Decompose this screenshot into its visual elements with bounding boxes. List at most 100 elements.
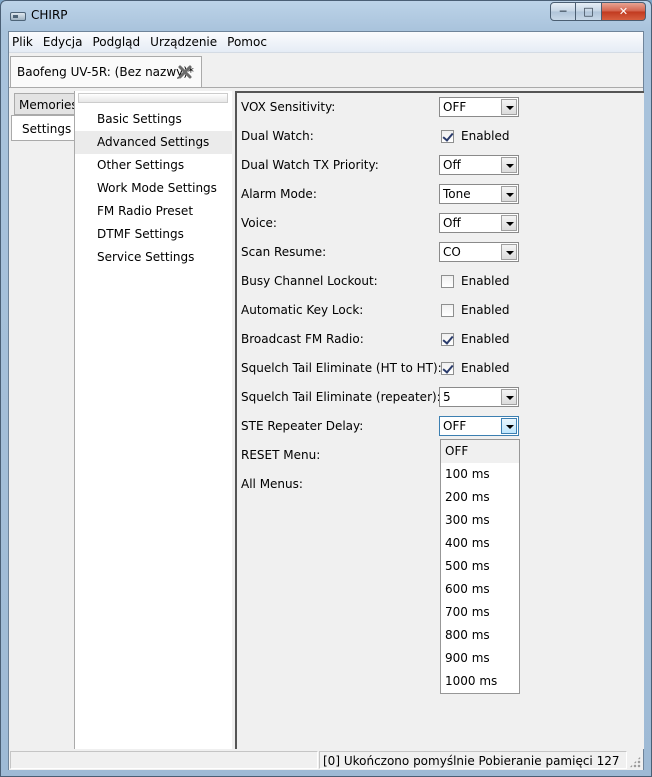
dropdown-option[interactable]: 1000 ms	[441, 670, 519, 693]
tree-item-basic-settings[interactable]: Basic Settings	[75, 108, 232, 131]
tab-close-icon[interactable]	[177, 64, 193, 80]
setting-checkbox[interactable]	[441, 304, 454, 317]
checkbox-label[interactable]: Enabled	[461, 332, 510, 346]
dropdown-option[interactable]: OFF	[441, 440, 519, 463]
setting-label: Squelch Tail Eliminate (repeater):	[241, 390, 441, 404]
chevron-down-icon[interactable]	[501, 215, 517, 231]
setting-combobox[interactable]: OFF	[439, 97, 519, 117]
close-button[interactable]: ✕	[602, 2, 646, 21]
status-pane-right: [0] Ukończono pomyślnie Pobieranie pamię…	[319, 751, 627, 769]
chirp-window: CHIRP ─ □ ✕ Plik Edycja Podgląd Urządzen…	[0, 0, 652, 777]
checkbox-label[interactable]: Enabled	[461, 274, 510, 288]
setting-combobox[interactable]: CO	[439, 242, 519, 262]
chevron-down-icon[interactable]	[501, 99, 517, 115]
setting-combobox[interactable]: Tone	[439, 184, 519, 204]
dropdown-option[interactable]: 400 ms	[441, 532, 519, 555]
setting-row: Broadcast FM Radio: Enabled	[241, 328, 641, 350]
dropdown-option[interactable]: 200 ms	[441, 486, 519, 509]
setting-row: Dual Watch TX Priority: Off	[241, 154, 641, 176]
minimize-button[interactable]: ─	[550, 2, 576, 21]
setting-label: Dual Watch TX Priority:	[241, 158, 379, 172]
dropdown-option[interactable]: 500 ms	[441, 555, 519, 578]
setting-combobox[interactable]: OFF	[439, 416, 519, 436]
setting-row: Alarm Mode: Tone	[241, 183, 641, 205]
dropdown-option[interactable]: 600 ms	[441, 578, 519, 601]
dropdown-option[interactable]: 900 ms	[441, 647, 519, 670]
chevron-down-icon[interactable]	[501, 389, 517, 405]
tree-item-service-settings[interactable]: Service Settings	[75, 246, 232, 269]
setting-combobox[interactable]: 5	[439, 387, 519, 407]
combobox-value: OFF	[443, 419, 467, 433]
setting-label: Squelch Tail Eliminate (HT to HT):	[241, 361, 442, 375]
checkbox-label[interactable]: Enabled	[461, 129, 510, 143]
chevron-down-icon[interactable]	[501, 418, 517, 434]
setting-row: Dual Watch: Enabled	[241, 125, 641, 147]
menu-podglad[interactable]: Podgląd	[87, 32, 145, 52]
dropdown-option[interactable]: 300 ms	[441, 509, 519, 532]
setting-label: Alarm Mode:	[241, 187, 317, 201]
setting-checkbox[interactable]	[441, 275, 454, 288]
chevron-down-icon[interactable]	[501, 186, 517, 202]
document-tab-label: Baofeng UV-5R: (Bez nazwy)*	[17, 65, 194, 79]
resize-grip-icon[interactable]	[629, 756, 641, 768]
tree-list: Basic Settings Advanced Settings Other S…	[75, 108, 232, 269]
status-pane-left	[10, 751, 318, 769]
setting-row: Busy Channel Lockout: Enabled	[241, 270, 641, 292]
setting-label: Dual Watch:	[241, 129, 314, 143]
combobox-value: Tone	[443, 187, 471, 201]
combobox-value: OFF	[443, 100, 467, 114]
tree-item-dtmf-settings[interactable]: DTMF Settings	[75, 223, 232, 246]
tree-item-other-settings[interactable]: Other Settings	[75, 154, 232, 177]
setting-label: VOX Sensitivity:	[241, 100, 336, 114]
setting-combobox[interactable]: Off	[439, 155, 519, 175]
title-bar[interactable]: CHIRP ─ □ ✕	[1, 1, 651, 31]
checkbox-label[interactable]: Enabled	[461, 303, 510, 317]
setting-row: VOX Sensitivity: OFF	[241, 96, 641, 118]
dropdown-option[interactable]: 100 ms	[441, 463, 519, 486]
setting-label: Automatic Key Lock:	[241, 303, 364, 317]
menu-edycja[interactable]: Edycja	[38, 32, 88, 52]
setting-row: Squelch Tail Eliminate (repeater): 5	[241, 386, 641, 408]
setting-row: STE Repeater Delay: OFF	[241, 415, 641, 437]
notebook-area: Memories Settings Basic Settings Advance…	[9, 87, 644, 749]
combobox-value: Off	[443, 158, 461, 172]
chevron-down-icon[interactable]	[501, 157, 517, 173]
combobox-value: 5	[443, 390, 451, 404]
setting-label: STE Repeater Delay:	[241, 419, 364, 433]
setting-label: All Menus:	[241, 477, 303, 491]
menu-bar: Plik Edycja Podgląd Urządzenie Pomoc	[9, 32, 643, 53]
setting-checkbox[interactable]	[441, 362, 454, 375]
setting-row: Voice: Off	[241, 212, 641, 234]
checkbox-label[interactable]: Enabled	[461, 361, 510, 375]
setting-row: Squelch Tail Eliminate (HT to HT): Enable…	[241, 357, 641, 379]
ste-delay-dropdown-list: OFF 100 ms 200 ms 300 ms 400 ms 500 ms 6…	[440, 439, 520, 694]
chevron-down-icon[interactable]	[501, 244, 517, 260]
setting-label: RESET Menu:	[241, 448, 321, 462]
advanced-settings-panel: VOX Sensitivity: OFF Dual Watch: Enabled Dua…	[235, 91, 644, 749]
client-area: Plik Edycja Podgląd Urządzenie Pomoc Bao…	[8, 31, 644, 770]
setting-combobox[interactable]: Off	[439, 213, 519, 233]
tree-column-header[interactable]	[78, 93, 228, 103]
combobox-value: Off	[443, 216, 461, 230]
setting-row: Automatic Key Lock: Enabled	[241, 299, 641, 321]
setting-label: Broadcast FM Radio:	[241, 332, 364, 346]
tree-item-fm-radio-preset[interactable]: FM Radio Preset	[75, 200, 232, 223]
maximize-button[interactable]: □	[576, 2, 602, 21]
menu-pomoc[interactable]: Pomoc	[222, 32, 272, 52]
menu-urzadzenie[interactable]: Urządzenie	[145, 32, 222, 52]
window-controls: ─ □ ✕	[550, 2, 646, 21]
dropdown-option[interactable]: 800 ms	[441, 624, 519, 647]
radio-app-icon	[10, 12, 26, 21]
tab-settings[interactable]: Settings	[11, 115, 75, 141]
window-title: CHIRP	[31, 8, 68, 22]
settings-tree: Basic Settings Advanced Settings Other S…	[75, 91, 232, 749]
menu-plik[interactable]: Plik	[9, 32, 38, 52]
tree-item-work-mode-settings[interactable]: Work Mode Settings	[75, 177, 232, 200]
setting-checkbox[interactable]	[441, 130, 454, 143]
document-tab[interactable]: Baofeng UV-5R: (Bez nazwy)*	[10, 56, 202, 87]
tree-item-advanced-settings[interactable]: Advanced Settings	[75, 131, 232, 154]
dropdown-option[interactable]: 700 ms	[441, 601, 519, 624]
combobox-value: CO	[443, 245, 461, 259]
setting-checkbox[interactable]	[441, 333, 454, 346]
tab-memories[interactable]: Memories	[14, 93, 78, 115]
